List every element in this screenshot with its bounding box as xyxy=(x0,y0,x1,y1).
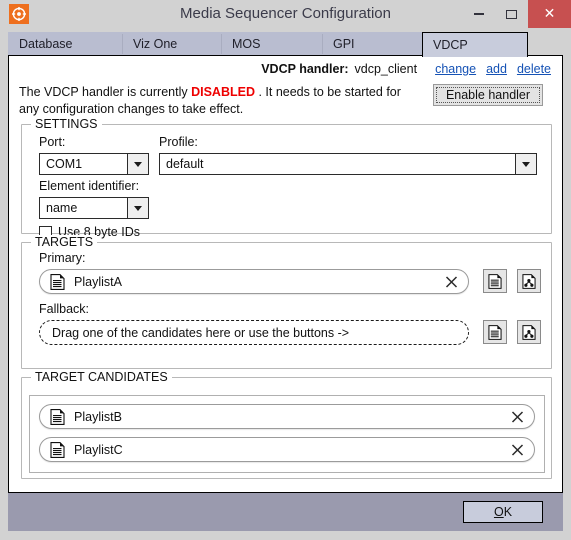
chevron-down-icon[interactable] xyxy=(127,154,148,174)
chevron-down-icon[interactable] xyxy=(515,154,536,174)
port-label: Port: xyxy=(39,135,66,149)
handler-label: VDCP handler: xyxy=(261,62,349,76)
profile-value: default xyxy=(166,157,204,171)
add-handler-link[interactable]: add xyxy=(486,62,507,76)
ok-rest: K xyxy=(503,505,513,519)
delete-handler-link[interactable]: delete xyxy=(517,62,551,76)
ok-accelerator: O xyxy=(493,505,504,519)
targets-group-title: TARGETS xyxy=(31,235,98,249)
fallback-target-dropzone[interactable]: Drag one of the candidates here or use t… xyxy=(39,320,469,345)
primary-pick-playlist-button[interactable] xyxy=(483,269,507,293)
primary-target-pill[interactable]: PlaylistA xyxy=(39,269,469,294)
hierarchy-document-icon xyxy=(522,324,536,340)
vdcp-panel: VDCP handler: vdcp_client change add del… xyxy=(8,55,563,493)
status-text-before: The VDCP handler is currently xyxy=(19,85,192,99)
close-button[interactable]: ✕ xyxy=(528,0,571,28)
minimize-button[interactable] xyxy=(462,0,495,28)
ok-button[interactable]: OK xyxy=(463,501,543,523)
primary-pick-hierarchy-button[interactable] xyxy=(517,269,541,293)
primary-label: Primary: xyxy=(39,251,86,265)
handler-header: VDCP handler: vdcp_client change add del… xyxy=(261,62,551,76)
playlist-document-icon xyxy=(50,441,65,458)
tab-label: MOS xyxy=(232,37,261,51)
profile-select[interactable]: default xyxy=(159,153,537,175)
window-root: Media Sequencer Configuration ✕ Database… xyxy=(0,0,571,540)
candidates-group-title: TARGET CANDIDATES xyxy=(31,370,172,384)
playlist-document-icon xyxy=(488,324,502,340)
focus-outline xyxy=(436,87,540,103)
tab-viz-one[interactable]: Viz One xyxy=(122,32,221,56)
tab-list: Database Viz One MOS GPI VDCP xyxy=(8,32,528,57)
tab-strip: Database Viz One MOS GPI VDCP xyxy=(0,28,571,57)
hierarchy-document-icon xyxy=(522,273,536,289)
fallback-pick-hierarchy-button[interactable] xyxy=(517,320,541,344)
status-badge: DISABLED xyxy=(191,85,255,99)
port-select[interactable]: COM1 xyxy=(39,153,149,175)
tab-label: VDCP xyxy=(433,38,468,52)
minimize-icon xyxy=(473,13,484,15)
close-icon: ✕ xyxy=(543,6,556,22)
maximize-button[interactable] xyxy=(495,0,528,28)
handler-status-text: The VDCP handler is currently DISABLED .… xyxy=(19,84,419,118)
candidate-label: PlaylistC xyxy=(74,442,123,457)
dialog-footer: OK xyxy=(8,493,563,531)
tab-database[interactable]: Database xyxy=(8,32,122,56)
tab-label: Viz One xyxy=(133,37,178,51)
handler-name: vdcp_client xyxy=(354,62,418,76)
enable-handler-button[interactable]: Enable handler xyxy=(433,84,543,106)
port-value: COM1 xyxy=(46,157,83,171)
list-item[interactable]: PlaylistC xyxy=(39,437,535,462)
title-bar: Media Sequencer Configuration ✕ xyxy=(0,0,571,28)
maximize-icon xyxy=(506,9,517,19)
element-identifier-label: Element identifier: xyxy=(39,179,140,193)
element-identifier-select[interactable]: name xyxy=(39,197,149,219)
tab-label: Database xyxy=(19,37,73,51)
tab-vdcp[interactable]: VDCP xyxy=(422,32,528,57)
clear-primary-target-icon[interactable] xyxy=(445,275,458,288)
candidate-label: PlaylistB xyxy=(74,409,122,424)
change-handler-link[interactable]: change xyxy=(435,62,476,76)
list-item[interactable]: PlaylistB xyxy=(39,404,535,429)
fallback-placeholder-text: Drag one of the candidates here or use t… xyxy=(52,325,350,340)
tab-label: GPI xyxy=(333,37,355,51)
tab-gpi[interactable]: GPI xyxy=(322,32,422,56)
tab-mos[interactable]: MOS xyxy=(221,32,322,56)
ok-button-label: OK xyxy=(494,505,512,519)
element-identifier-value: name xyxy=(46,201,78,215)
playlist-document-icon xyxy=(50,273,65,290)
settings-group: SETTINGS Port: COM1 Profile: default Ele… xyxy=(21,117,552,239)
remove-candidate-icon[interactable] xyxy=(511,443,524,456)
candidates-listbox[interactable]: PlaylistB PlaylistC xyxy=(29,395,545,473)
chevron-down-icon[interactable] xyxy=(127,198,148,218)
playlist-document-icon xyxy=(488,273,502,289)
profile-label: Profile: xyxy=(159,135,198,149)
settings-group-title: SETTINGS xyxy=(31,117,102,131)
primary-target-value: PlaylistA xyxy=(74,274,122,289)
playlist-document-icon xyxy=(50,408,65,425)
remove-candidate-icon[interactable] xyxy=(511,410,524,423)
targets-group: TARGETS Primary: PlaylistA Fallback: Dra… xyxy=(21,235,552,369)
fallback-label: Fallback: xyxy=(39,302,90,316)
fallback-pick-playlist-button[interactable] xyxy=(483,320,507,344)
